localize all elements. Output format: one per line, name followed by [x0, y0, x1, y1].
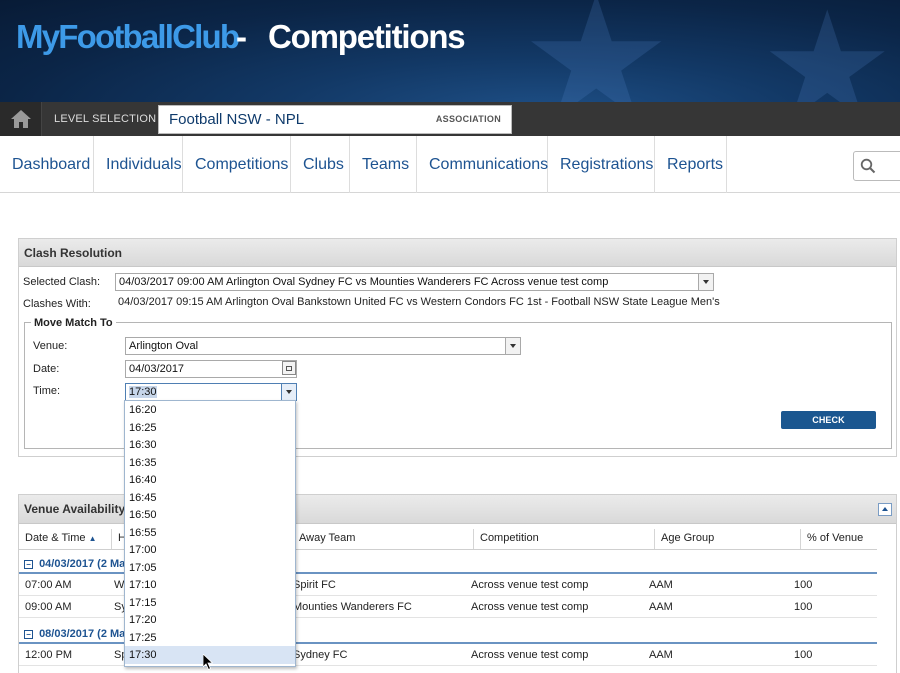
row-time: 09:00 AM	[25, 601, 72, 613]
page-title: Competitions	[268, 18, 466, 55]
star-decoration: ★	[760, 0, 895, 102]
home-icon	[11, 110, 31, 128]
level-type: ASSOCIATION	[435, 114, 501, 124]
date-field[interactable]: 04/03/2017	[125, 360, 297, 378]
chevron-down-icon[interactable]	[281, 384, 296, 400]
check-availability-button[interactable]: CHECK AVAILABILITY	[781, 411, 876, 443]
time-option[interactable]: 16:25	[125, 419, 295, 437]
row-age-group: AAM	[649, 601, 673, 613]
venue-label: Venue:	[33, 340, 68, 352]
date-value: 04/03/2017	[129, 363, 185, 375]
col-date-time[interactable]: Date & Time ▲	[19, 529, 112, 549]
clashes-with-value: 04/03/2017 09:15 AM Arlington Oval Banks…	[118, 296, 720, 308]
row-age-group: AAM	[649, 579, 673, 591]
time-option[interactable]: 17:10	[125, 576, 295, 594]
time-option[interactable]: 17:00	[125, 541, 295, 559]
row-percent: 100	[794, 579, 813, 591]
time-option[interactable]: 16:50	[125, 506, 295, 524]
venue-select[interactable]: Arlington Oval	[125, 337, 521, 355]
mouse-cursor-icon	[203, 654, 213, 670]
group-label: 08/03/2017 (2 Ma	[39, 628, 126, 640]
time-option[interactable]: 17:20	[125, 611, 295, 629]
nav-reports[interactable]: Reports	[655, 136, 727, 193]
sort-asc-icon: ▲	[88, 534, 97, 543]
time-option[interactable]: 16:55	[125, 524, 295, 542]
level-value: Football NSW - NPL	[169, 111, 305, 128]
level-selection-bar: LEVEL SELECTION Football NSW - NPL ASSOC…	[0, 102, 900, 136]
row-percent: 100	[794, 649, 813, 661]
time-option[interactable]: 17:15	[125, 594, 295, 612]
collapse-icon[interactable]	[878, 503, 892, 516]
date-label: Date:	[33, 363, 60, 375]
time-option[interactable]: 17:25	[125, 629, 295, 647]
home-button[interactable]	[0, 102, 42, 136]
time-option[interactable]: 17:05	[125, 559, 295, 577]
nav-dashboard[interactable]: Dashboard	[0, 136, 94, 193]
row-away-team: Spirit FC	[293, 579, 336, 591]
time-option[interactable]: 16:20	[125, 401, 295, 419]
star-decoration: ★	[520, 0, 673, 102]
selected-clash-value: 04/03/2017 09:00 AM Arlington Oval Sydne…	[119, 276, 609, 288]
col-competition[interactable]: Competition	[474, 529, 655, 549]
col-date-time-label: Date & Time	[25, 532, 86, 544]
clash-resolution-title: Clash Resolution	[19, 239, 896, 267]
row-age-group: AAM	[649, 649, 673, 661]
nav-communications[interactable]: Communications	[417, 136, 548, 193]
collapse-group-icon[interactable]: −	[24, 630, 33, 639]
time-option[interactable]: 16:40	[125, 471, 295, 489]
time-option[interactable]: 16:30	[125, 436, 295, 454]
brand-logo[interactable]: MyFootballClub	[16, 18, 240, 56]
row-percent: 100	[794, 601, 813, 613]
time-option[interactable]: 16:45	[125, 489, 295, 507]
main-nav: Dashboard Individuals Competitions Clubs…	[0, 136, 900, 193]
clashes-with-label: Clashes With:	[23, 298, 91, 310]
row-away-team: Sydney FC	[293, 649, 348, 661]
nav-competitions[interactable]: Competitions	[183, 136, 291, 193]
app-banner: ★ ★ MyFootballClub - Competitions	[0, 0, 900, 102]
group-label: 04/03/2017 (2 Ma	[39, 558, 126, 570]
row-competition: Across venue test comp	[471, 579, 589, 591]
time-dropdown-list[interactable]: 16:20 16:25 16:30 16:35 16:40 16:45 16:5…	[124, 400, 296, 667]
nav-individuals[interactable]: Individuals	[94, 136, 183, 193]
col-age-group[interactable]: Age Group	[655, 529, 801, 549]
selected-clash-select[interactable]: 04/03/2017 09:00 AM Arlington Oval Sydne…	[115, 273, 714, 291]
time-select[interactable]: 17:30	[125, 383, 297, 401]
row-competition: Across venue test comp	[471, 601, 589, 613]
time-value: 17:30	[129, 386, 157, 398]
row-away-team: Mounties Wanderers FC	[293, 601, 412, 613]
nav-registrations[interactable]: Registrations	[548, 136, 655, 193]
collapse-group-icon[interactable]: −	[24, 560, 33, 569]
col-away-team[interactable]: Away Team	[293, 529, 474, 549]
nav-clubs[interactable]: Clubs	[291, 136, 350, 193]
level-selector[interactable]: Football NSW - NPL ASSOCIATION	[158, 105, 512, 134]
row-time: 07:00 AM	[25, 579, 72, 591]
chevron-down-icon[interactable]	[505, 338, 520, 354]
time-option[interactable]: 16:35	[125, 454, 295, 472]
search-icon	[860, 158, 876, 174]
level-selection-label: LEVEL SELECTION	[54, 113, 157, 125]
venue-value: Arlington Oval	[129, 340, 199, 352]
col-percent-venue[interactable]: % of Venue	[801, 529, 877, 549]
calendar-icon[interactable]	[282, 361, 296, 375]
time-label: Time:	[33, 385, 61, 397]
row-time: 12:00 PM	[25, 649, 73, 661]
row-competition: Across venue test comp	[471, 649, 589, 661]
search-input[interactable]	[853, 151, 900, 181]
move-match-legend: Move Match To	[31, 317, 116, 329]
chevron-down-icon[interactable]	[698, 274, 713, 290]
nav-teams[interactable]: Teams	[350, 136, 417, 193]
title-separator: -	[236, 18, 247, 55]
selected-clash-label: Selected Clash:	[23, 276, 101, 288]
